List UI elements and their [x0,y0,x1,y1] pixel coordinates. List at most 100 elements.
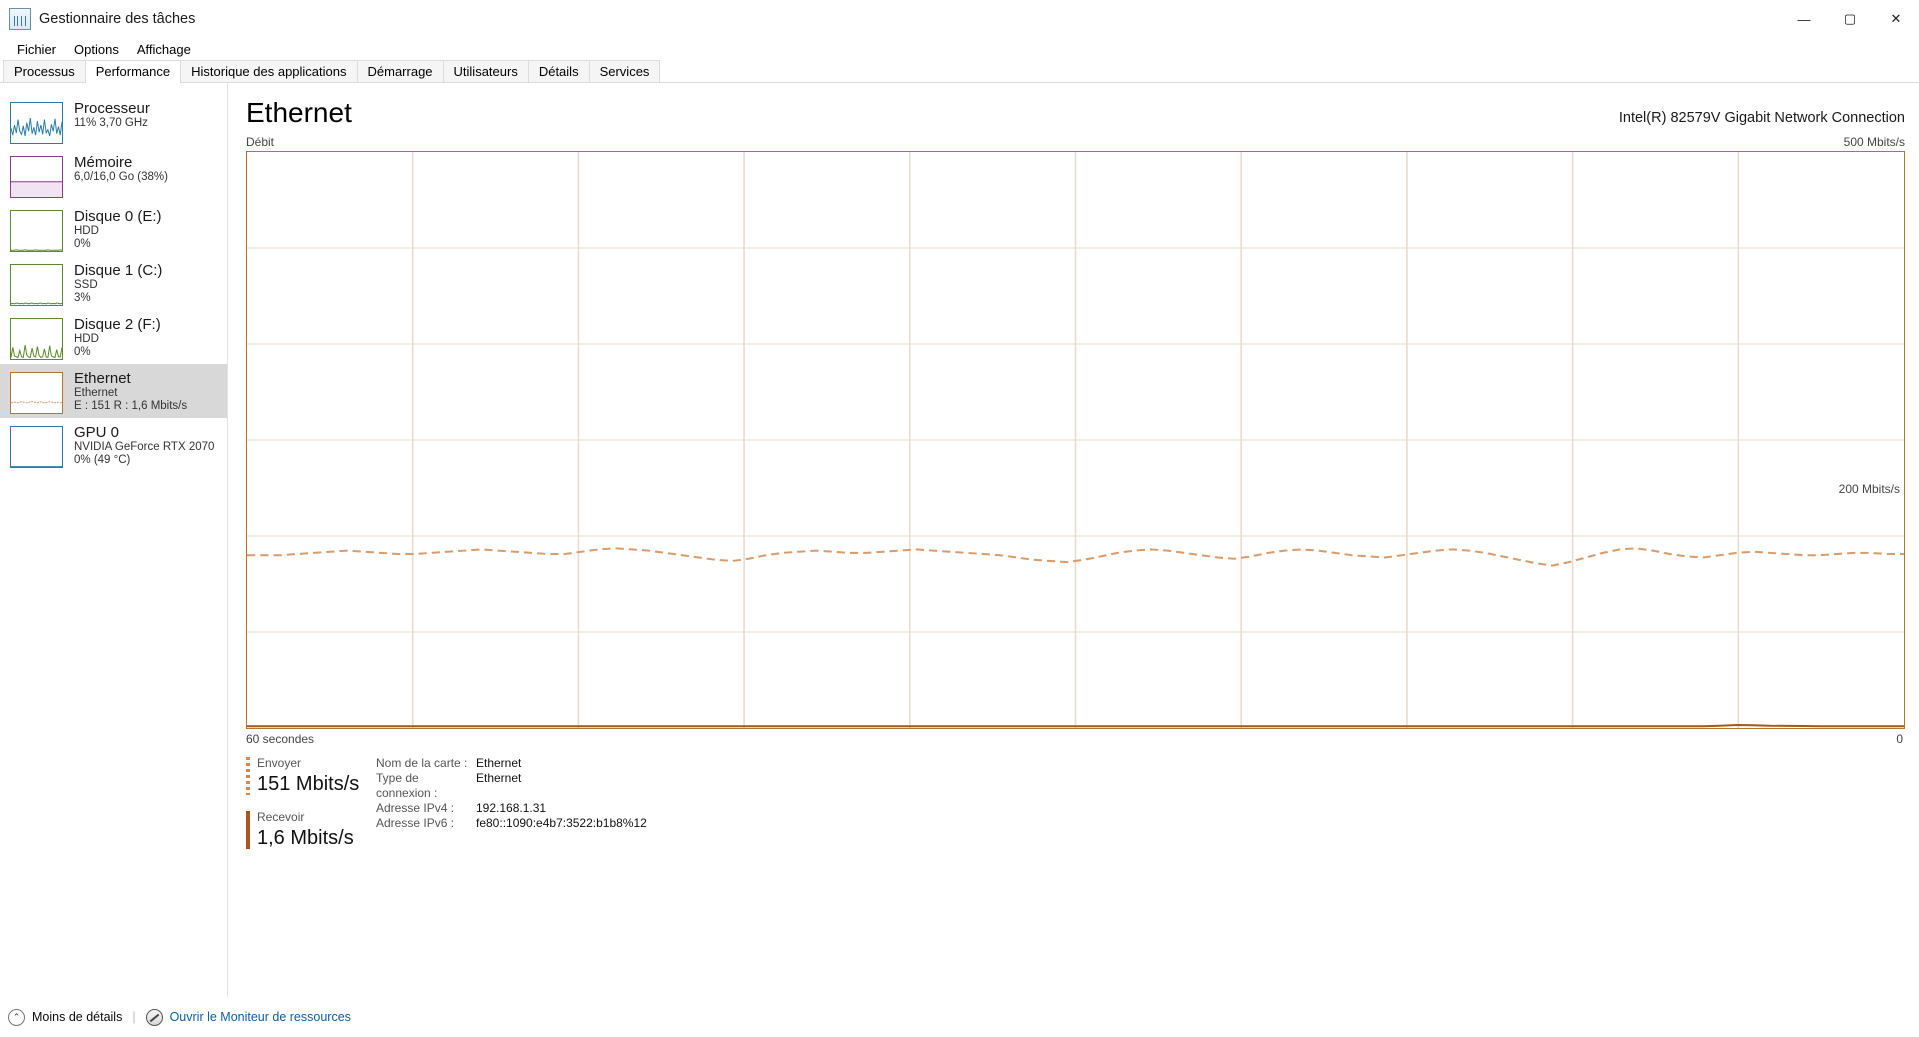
menu-affichage[interactable]: Affichage [128,40,200,59]
tab-performance[interactable]: Performance [84,60,182,83]
detail-row: Type de connexion : Ethernet [376,771,647,801]
axis-mid-label: 200 Mbits/s [1838,482,1900,496]
sidebar-item-text: GPU 0 NVIDIA GeForce RTX 2070 0% (49 °C) [74,424,214,467]
sidebar-item-label: Disque 0 (E:) [74,208,162,225]
disk2-sparkline-thumbnail [10,318,63,360]
detail-key: Type de connexion : [376,771,438,800]
minimize-button[interactable]: — [1781,0,1827,38]
window-title: Gestionnaire des tâches [39,11,196,27]
sidebar-item-ethernet[interactable]: Ethernet Ethernet E : 151 R : 1,6 Mbits/… [0,364,227,418]
throughput-graph-svg [247,152,1904,728]
sidebar-item-detail: 11% 3,70 GHz [74,117,148,129]
menu-fichier[interactable]: Fichier [8,40,65,59]
disk1-sparkline-thumbnail [10,264,63,306]
graph-caption: Débit [246,135,275,149]
sidebar-item-disque-2[interactable]: Disque 2 (F:) HDD 0% [0,310,227,364]
sidebar-item-label: GPU 0 [74,424,120,441]
resource-monitor-icon [145,1008,163,1026]
sidebar-item-label: Disque 1 (C:) [74,262,163,279]
graph-axis-top-row: Débit 500 Mbits/s [240,129,1907,151]
menu-options[interactable]: Options [65,40,128,59]
title-bar: Gestionnaire des tâches — ▢ ✕ [0,0,1919,38]
tab-utilisateurs[interactable]: Utilisateurs [442,60,529,82]
menu-bar: Fichier Options Affichage [0,38,1919,60]
sidebar-item-label: Ethernet [74,370,131,387]
send-label: Envoyer [257,756,302,770]
throughput-graph: 200 Mbits/s [246,151,1905,729]
sidebar-item-text: Ethernet Ethernet E : 151 R : 1,6 Mbits/… [74,370,187,413]
tab-details[interactable]: Détails [527,60,590,82]
sidebar-item-label: Processeur [74,100,150,117]
sidebar-item-value: E : 151 R : 1,6 Mbits/s [74,400,188,412]
ethernet-sparkline-thumbnail [10,372,63,414]
resource-sidebar: Processeur 11% 3,70 GHz Mémoire 6,0/16,0… [0,83,228,997]
detail-row: Adresse IPv4 : 192.168.1.31 [376,801,647,816]
receive-stat-block: Recevoir 1,6 Mbits/s [246,809,368,851]
receive-value: 1,6 Mbits/s [257,827,354,849]
tab-services[interactable]: Services [588,60,661,82]
throughput-stats-column: Envoyer 151 Mbits/s Recevoir 1,6 Mbits/s [246,755,368,863]
adapter-details-table: Nom de la carte : Ethernet Type de conne… [368,755,647,863]
sidebar-item-value: 0% [74,346,91,358]
window-controls: — ▢ ✕ [1781,0,1919,38]
page-title: Ethernet [246,97,352,128]
send-value: 151 Mbits/s [257,773,360,795]
performance-main-panel: Ethernet Intel(R) 82579V Gigabit Network… [228,83,1919,997]
receive-legend-marker [246,811,250,849]
maximize-button[interactable]: ▢ [1827,0,1873,38]
stats-area: Envoyer 151 Mbits/s Recevoir 1,6 Mbits/s… [240,746,1907,863]
detail-row: Adresse IPv6 : fe80::1090:e4b7:3522:b1b8… [376,816,647,831]
sidebar-item-detail: HDD [74,225,99,237]
tab-strip: Processus Performance Historique des app… [0,60,1919,83]
sidebar-item-label: Mémoire [74,154,133,171]
footer-bar: ⌃ Moins de détails | Ouvrir le Moniteur … [0,997,1919,1037]
detail-key: Nom de la carte : [376,756,468,770]
sidebar-item-detail: SSD [74,279,98,291]
graph-gridlines [247,152,1904,728]
graph-axis-bottom-row: 60 secondes 0 [240,729,1907,746]
disk0-sparkline-thumbnail [10,210,63,252]
sidebar-item-detail: NVIDIA GeForce RTX 2070 [74,441,215,453]
sidebar-item-text: Mémoire 6,0/16,0 Go (38%) [74,154,168,184]
sidebar-item-label: Disque 2 (F:) [74,316,161,333]
sidebar-item-detail: 6,0/16,0 Go (38%) [74,171,168,183]
tab-historique-applications[interactable]: Historique des applications [180,60,358,82]
sidebar-item-value: 0% (49 °C) [74,454,131,466]
memory-usage-thumbnail [10,156,63,198]
sidebar-item-text: Disque 2 (F:) HDD 0% [74,316,161,359]
sidebar-item-detail: HDD [74,333,99,345]
sidebar-item-text: Disque 1 (C:) SSD 3% [74,262,162,305]
sidebar-item-detail: Ethernet [74,387,118,399]
tab-processus[interactable]: Processus [3,60,86,82]
gpu-sparkline-thumbnail [10,426,63,468]
task-manager-icon [9,8,31,30]
open-resource-monitor-link[interactable]: Ouvrir le Moniteur de ressources [170,1010,351,1024]
detail-key: Adresse IPv4 : [376,801,455,815]
adapter-name-heading: Intel(R) 82579V Gigabit Network Connecti… [1618,110,1905,126]
sidebar-item-processeur[interactable]: Processeur 11% 3,70 GHz [0,94,227,148]
sidebar-item-value: 3% [74,292,91,304]
time-span-label: 60 secondes [246,732,315,746]
sidebar-item-memoire[interactable]: Mémoire 6,0/16,0 Go (38%) [0,148,227,202]
receive-label: Recevoir [257,810,305,824]
tab-demarrage[interactable]: Démarrage [356,60,444,82]
sidebar-item-disque-0[interactable]: Disque 0 (E:) HDD 0% [0,202,227,256]
footer-divider: | [132,1010,136,1024]
detail-value: 192.168.1.31 [476,801,547,815]
body: Processeur 11% 3,70 GHz Mémoire 6,0/16,0… [0,83,1919,997]
main-header: Ethernet Intel(R) 82579V Gigabit Network… [240,83,1907,129]
less-details-button[interactable]: Moins de détails [32,1010,122,1024]
send-legend-marker [246,757,250,795]
cpu-sparkline-thumbnail [10,102,63,144]
detail-value: fe80::1090:e4b7:3522:b1b8%12 [476,816,647,830]
sidebar-item-text: Processeur 11% 3,70 GHz [74,100,150,130]
sidebar-item-gpu-0[interactable]: GPU 0 NVIDIA GeForce RTX 2070 0% (49 °C) [0,418,227,472]
axis-max-label: 500 Mbits/s [1843,135,1905,149]
send-stat-block: Envoyer 151 Mbits/s [246,755,368,797]
sidebar-item-value: 0% [74,238,91,250]
close-button[interactable]: ✕ [1873,0,1919,38]
chevron-up-icon: ⌃ [8,1008,25,1026]
sidebar-item-disque-1[interactable]: Disque 1 (C:) SSD 3% [0,256,227,310]
detail-key: Adresse IPv6 : [376,816,455,830]
detail-value: Ethernet [476,756,522,770]
